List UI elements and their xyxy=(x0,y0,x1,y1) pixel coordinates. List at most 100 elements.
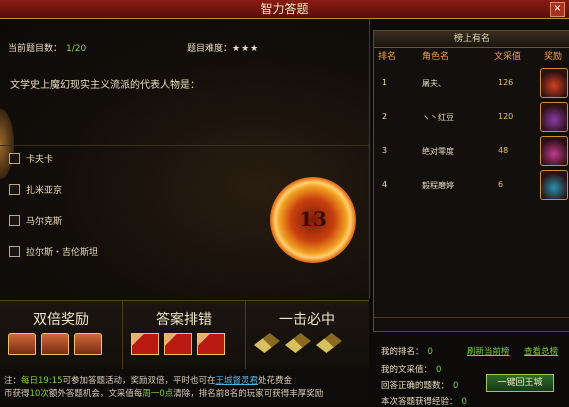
remove-wrong-card[interactable]: 答案排错 xyxy=(123,301,246,369)
row-name: 毅程磨婷 xyxy=(422,181,454,190)
sure-hit-card[interactable]: 一击必中 xyxy=(246,301,368,369)
npc-link[interactable]: 王城督灵君 xyxy=(216,376,259,386)
notice-time: 每日19:15 xyxy=(21,376,63,386)
leaderboard-header: 排名 角色名 文采值 奖励 xyxy=(374,48,569,62)
refresh-rank-link[interactable]: 刷新当前榜 xyxy=(467,345,510,357)
my-correct: 回答正确的题数： 0 xyxy=(381,379,458,391)
option-1[interactable]: 卡夫卡 xyxy=(9,152,53,165)
option-label: 卡夫卡 xyxy=(26,155,54,165)
arrow-icon xyxy=(254,333,280,353)
sure-hit-label: 一击必中 xyxy=(279,312,335,328)
reward-bag-icon[interactable] xyxy=(540,136,568,166)
chest-icon xyxy=(74,333,102,355)
reward-bag-icon[interactable] xyxy=(540,170,568,200)
option-checkbox[interactable] xyxy=(9,246,20,257)
col-name: 角色名 xyxy=(422,52,450,62)
difficulty: 题目难度：★★★ xyxy=(187,41,259,54)
question-count-value: 1/20 xyxy=(66,44,87,54)
chest-icon xyxy=(41,333,69,355)
my-score: 我的文采值： 0 xyxy=(381,363,441,375)
bonus-bar: 双倍奖励 答案排错 一击必中 xyxy=(0,300,369,369)
view-total-rank-link[interactable]: 查看总榜 xyxy=(524,345,558,357)
row-name: 屠夫、 xyxy=(422,79,446,88)
my-exp: 本次答题获得经验： 0 xyxy=(381,395,467,407)
my-rank-label: 我的排名： xyxy=(381,347,424,357)
title-bar: 智力答题 × xyxy=(0,0,569,19)
row-rank: 2 xyxy=(382,112,388,121)
question-text: 文学史上魔幻现实主义流派的代表人物是： xyxy=(10,80,200,91)
col-reward: 奖励 xyxy=(544,52,563,62)
option-3[interactable]: 马尔克斯 xyxy=(9,214,62,227)
row-rank: 4 xyxy=(382,180,388,189)
leaderboard-row: 1 屠夫、 126 xyxy=(374,66,569,99)
leaderboard-row: 4 毅程磨婷 6 xyxy=(374,168,569,201)
row-rank: 1 xyxy=(382,78,388,87)
event-notice: 注：每日19:15可参加答题活动，奖励双倍，平时也可在王城督灵君处花费金 币获得… xyxy=(0,369,369,406)
row-name: ヽ丶红豆 xyxy=(422,113,454,122)
countdown-number: 13 xyxy=(299,207,327,231)
countdown-timer: 13 xyxy=(270,177,356,263)
notice-text: 注： xyxy=(4,376,22,386)
chest-icon xyxy=(8,333,36,355)
reward-bag-icon[interactable] xyxy=(540,102,568,132)
sure-hit-items xyxy=(254,333,347,353)
option-checkbox[interactable] xyxy=(9,184,20,195)
window-title: 智力答题 xyxy=(260,2,309,16)
col-score: 文采值 xyxy=(494,52,522,62)
option-2[interactable]: 扎米亚京 xyxy=(9,183,62,196)
my-rank: 我的排名： 0 xyxy=(381,345,433,357)
remove-wrong-label: 答案排错 xyxy=(156,312,212,328)
double-reward-card[interactable]: 双倍奖励 xyxy=(0,301,123,369)
my-score-label: 我的文采值： xyxy=(381,365,433,375)
double-reward-items xyxy=(8,333,107,355)
my-correct-label: 回答正确的题数： xyxy=(381,381,450,391)
notice-count: 10次 xyxy=(29,389,49,399)
return-to-city-button[interactable]: 一键回王城 xyxy=(486,374,554,392)
question-count: 当前题目数： 1/20 xyxy=(8,41,86,54)
option-label: 扎米亚京 xyxy=(26,186,63,196)
option-4[interactable]: 拉尔斯・吉伦斯坦 xyxy=(9,245,98,258)
question-count-label: 当前题目数： xyxy=(8,44,63,54)
reward-bag-icon[interactable] xyxy=(540,68,568,98)
leaderboard-row: 2 ヽ丶红豆 120 xyxy=(374,100,569,133)
notice-text: 币获得 xyxy=(4,389,30,399)
option-checkbox[interactable] xyxy=(9,153,20,164)
notice-text: 可参加答题活动，奖励双倍，平时也可在 xyxy=(62,376,216,386)
difficulty-label: 题目难度： xyxy=(187,44,233,54)
double-reward-label: 双倍奖励 xyxy=(33,312,89,328)
row-score: 126 xyxy=(498,78,514,87)
row-score: 120 xyxy=(498,112,514,121)
quiz-panel: 当前题目数： 1/20 题目难度：★★★ 文学史上魔幻现实主义流派的代表人物是： … xyxy=(0,19,370,299)
leaf-ornament xyxy=(0,109,14,179)
notice-text: 处花费金 xyxy=(258,376,293,386)
leaderboard-panel: 榜上有名 排名 角色名 文采值 奖励 1 屠夫、 126 2 ヽ丶红豆 120 … xyxy=(373,30,569,332)
row-score: 6 xyxy=(498,180,504,189)
notice-line-1: 注：每日19:15可参加答题活动，奖励双倍，平时也可在王城督灵君处花费金 xyxy=(4,375,292,388)
col-rank: 排名 xyxy=(378,52,397,62)
my-rank-value: 0 xyxy=(427,347,433,357)
divider xyxy=(0,145,369,146)
notice-line-2: 币获得10次额外答题机会，文采值每周一0点清除，排名前8名的玩家可获得丰厚奖励 xyxy=(4,388,323,401)
leaderboard-title: 榜上有名 xyxy=(374,31,569,48)
my-stats: 我的排名： 0 刷新当前榜 查看总榜 我的文采值： 0 回答正确的题数： 0 本次答题… xyxy=(373,336,569,407)
divider xyxy=(374,317,569,318)
my-correct-value: 0 xyxy=(453,381,459,391)
row-name: 绝对零度 xyxy=(422,147,454,156)
row-rank: 3 xyxy=(382,146,388,155)
option-label: 马尔克斯 xyxy=(26,217,63,227)
my-score-value: 0 xyxy=(436,365,442,375)
arrow-icon xyxy=(285,333,311,353)
scroll-icon xyxy=(131,333,159,355)
arrow-icon xyxy=(316,333,342,353)
scroll-icon xyxy=(197,333,225,355)
option-label: 拉尔斯・吉伦斯坦 xyxy=(26,248,99,258)
close-button[interactable]: × xyxy=(550,2,565,17)
notice-reset-time: 周一0点 xyxy=(142,389,174,399)
option-checkbox[interactable] xyxy=(9,215,20,226)
difficulty-stars: ★★★ xyxy=(232,44,260,54)
quiz-window: 智力答题 × 当前题目数： 1/20 题目难度：★★★ 文学史上魔幻现实主义流派的… xyxy=(0,0,569,407)
scroll-icon xyxy=(164,333,192,355)
remove-wrong-items xyxy=(131,333,230,355)
row-score: 48 xyxy=(498,146,509,155)
notice-text: 清除，排名前8名的玩家可获得丰厚奖励 xyxy=(173,389,324,399)
